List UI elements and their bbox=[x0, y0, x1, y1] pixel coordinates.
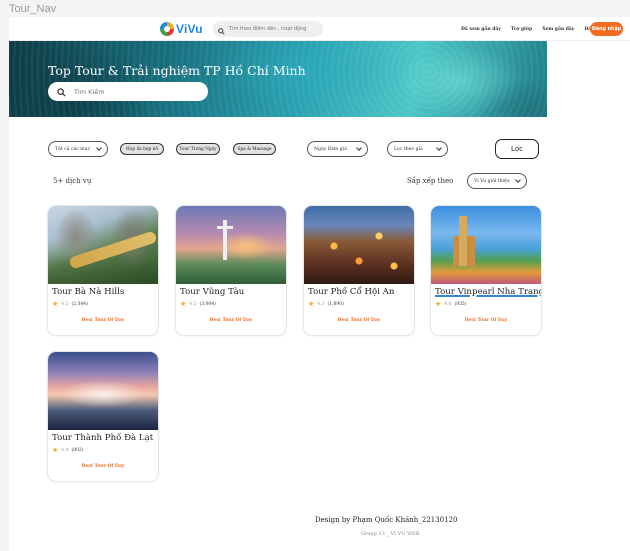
date-select-label: Ngày Bàm giá bbox=[314, 146, 347, 152]
tour-image bbox=[48, 352, 158, 430]
tour-card[interactable]: Tour Bà Nà Hills ★ 4.5 (2,344) Best Tour… bbox=[48, 206, 158, 335]
tour-title: Tour Vũng Tàu bbox=[180, 287, 245, 297]
category-select[interactable]: Tất cả các mục bbox=[48, 141, 108, 157]
hero-title: Top Tour & Trải nghiệm TP Hồ Chí Minh bbox=[48, 63, 306, 78]
nav-link-help[interactable]: Trợ giúp bbox=[511, 27, 532, 32]
logo-icon bbox=[160, 22, 174, 36]
hero-banner: Top Tour & Trải nghiệm TP Hồ Chí Minh bbox=[9, 41, 547, 117]
chevron-down-icon bbox=[515, 177, 521, 183]
logo[interactable]: ViVu bbox=[160, 22, 203, 36]
nav-link-recent[interactable]: Xem gần đây bbox=[542, 27, 574, 32]
top-nav: ViVu Đã xem gần đây Trợ giúp Xem gần đây… bbox=[9, 17, 630, 41]
tour-rating: ★ 4.5 (2,344) bbox=[52, 300, 88, 308]
frame-label: Tour_Nav bbox=[9, 3, 57, 15]
nav-search[interactable] bbox=[213, 21, 323, 37]
best-tour-badge: Best Tour Of Day bbox=[209, 318, 253, 323]
nav-link-recent-viewed[interactable]: Đã xem gần đây bbox=[461, 27, 501, 32]
hero-search[interactable] bbox=[48, 82, 208, 101]
hero-search-input[interactable] bbox=[74, 87, 194, 96]
chip-food[interactable]: Họp ăn hẹp nở bbox=[120, 143, 164, 155]
results-count: 5+ dịch vụ bbox=[53, 177, 92, 185]
date-select[interactable]: Ngày Bàm giá bbox=[307, 141, 368, 157]
sort-select[interactable]: Vi Vu giới thiệu bbox=[467, 173, 527, 189]
star-icon: ★ bbox=[435, 300, 442, 308]
tour-image bbox=[304, 206, 414, 284]
star-icon: ★ bbox=[308, 300, 315, 308]
tour-image bbox=[431, 206, 541, 284]
search-icon bbox=[218, 20, 225, 39]
star-icon: ★ bbox=[180, 300, 187, 308]
tour-title: Tour Vinpearl Nha Trang bbox=[435, 287, 541, 297]
tour-card[interactable]: Tour Thành Phố Đà Lạt ★ 4.4 (802) Best T… bbox=[48, 352, 158, 481]
chevron-down-icon bbox=[356, 145, 362, 151]
tour-card[interactable]: Tour Phố Cổ Hội An ★ 4.3 (1,890) Best To… bbox=[304, 206, 414, 335]
tour-title: Tour Phố Cổ Hội An bbox=[308, 287, 395, 297]
footer-design-credit: Design by Phạm Quốc Khánh_22130120 bbox=[315, 516, 458, 524]
chip-spa[interactable]: Spa & Massage bbox=[233, 143, 276, 155]
price-select[interactable]: Lọc theo giá bbox=[387, 141, 448, 157]
star-icon: ★ bbox=[52, 446, 59, 454]
tour-title: Tour Thành Phố Đà Lạt bbox=[52, 433, 154, 443]
chevron-down-icon bbox=[436, 145, 442, 151]
footer-group: Group 13 _ VI VU WEB bbox=[361, 531, 420, 537]
tour-rating: ★ 4.5 (3,004) bbox=[180, 300, 216, 308]
logo-text: ViVu bbox=[176, 22, 203, 36]
best-tour-badge: Best Tour Of Day bbox=[464, 318, 508, 323]
page: ViVu Đã xem gần đây Trợ giúp Xem gần đây… bbox=[9, 17, 630, 551]
tour-card[interactable]: Tour Vinpearl Nha Trang ★ 4.8 (935) Best… bbox=[431, 206, 541, 335]
chevron-down-icon bbox=[96, 145, 102, 151]
sort-label: Sắp xếp theo bbox=[407, 177, 454, 185]
best-tour-badge: Best Tour Of Day bbox=[81, 318, 125, 323]
best-tour-badge: Best Tour Of Day bbox=[337, 318, 381, 323]
tour-image bbox=[176, 206, 286, 284]
price-select-label: Lọc theo giá bbox=[394, 146, 423, 152]
tour-card[interactable]: Tour Vũng Tàu ★ 4.5 (3,004) Best Tour Of… bbox=[176, 206, 286, 335]
chip-day-tour[interactable]: Tour Trong Ngày bbox=[176, 143, 220, 155]
tour-title: Tour Bà Nà Hills bbox=[52, 287, 125, 297]
filter-button[interactable]: Lọc bbox=[495, 139, 539, 159]
login-button[interactable]: Đăng nhập bbox=[590, 22, 623, 36]
search-icon bbox=[57, 82, 66, 101]
tour-rating: ★ 4.8 (935) bbox=[435, 300, 467, 308]
tour-image bbox=[48, 206, 158, 284]
tour-rating: ★ 4.4 (802) bbox=[52, 446, 84, 454]
category-select-label: Tất cả các mục bbox=[55, 146, 91, 152]
tour-rating: ★ 4.3 (1,890) bbox=[308, 300, 344, 308]
sort-select-value: Vi Vu giới thiệu bbox=[474, 178, 510, 184]
star-icon: ★ bbox=[52, 300, 59, 308]
best-tour-badge: Best Tour Of Day bbox=[81, 464, 125, 469]
nav-search-input[interactable] bbox=[229, 26, 319, 32]
